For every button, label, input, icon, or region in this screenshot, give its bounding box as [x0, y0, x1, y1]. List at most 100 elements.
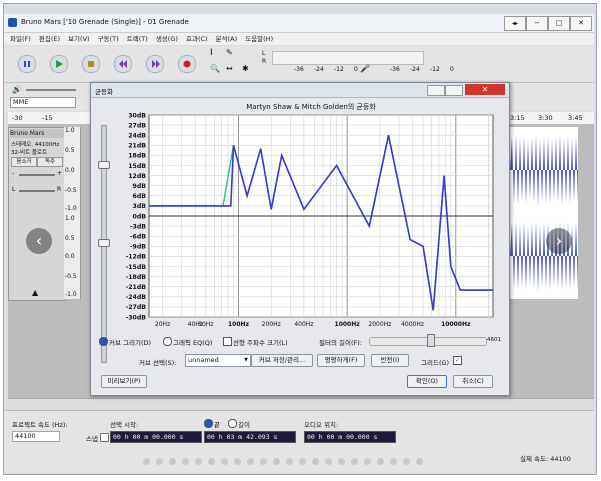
audio-host-select[interactable]: MME [10, 97, 76, 108]
maximize-button[interactable]: □ [548, 16, 570, 31]
grid-checkbox[interactable]: ✓ [453, 356, 462, 365]
minimize-button[interactable]: − [526, 16, 548, 31]
menu-edit[interactable]: 편집(E) [39, 33, 60, 45]
invert-button[interactable]: 반전(I) [371, 354, 409, 367]
menu-effect[interactable]: 효과(C) [186, 33, 208, 45]
cancel-button[interactable]: 취소(C) [453, 375, 493, 388]
carousel-dot[interactable] [364, 458, 371, 465]
restore-view-button[interactable]: ◂▸ [504, 16, 526, 31]
track-control-panel: Bruno Mars 스테레오, 44100Hz 32-비트 플로트 음소거 독… [8, 127, 66, 301]
timeshift-tool-icon[interactable]: ↔ [226, 64, 233, 73]
menu-help[interactable]: 도움말(H) [245, 33, 273, 45]
track-name-button[interactable]: Bruno Mars [10, 129, 64, 138]
menu-tracks[interactable]: 트랙(T) [127, 33, 148, 45]
carousel-dot[interactable] [143, 458, 150, 465]
flatten-button[interactable]: 평평하게(F) [317, 354, 365, 367]
x-tick-label: 20Hz [155, 321, 170, 328]
carousel-dot[interactable] [247, 458, 254, 465]
project-rate-select[interactable]: 44100 [12, 431, 60, 442]
pause-icon[interactable] [18, 55, 36, 73]
selection-tool-icon[interactable]: I [210, 48, 213, 58]
carousel-dot[interactable] [273, 458, 280, 465]
carousel-dot[interactable] [351, 458, 358, 465]
dialog-maximize-button[interactable] [445, 85, 463, 96]
skip-end-icon[interactable] [146, 55, 164, 73]
x-tick-label: 400Hz [294, 321, 313, 328]
play-icon[interactable] [50, 55, 68, 73]
y-axis-labels: 30dB 27dB 24dB 21dB 18dB 15dB 12dB 9dB 6dB 3dB 0dB… [126, 112, 147, 321]
carousel-dot[interactable] [286, 458, 293, 465]
scale-tick: -1.0 [65, 291, 77, 298]
carousel-dot[interactable] [312, 458, 319, 465]
ok-button[interactable]: 확인(O) [407, 375, 447, 388]
min-db-slider[interactable] [98, 239, 110, 247]
carousel-dot[interactable] [260, 458, 267, 465]
carousel-dot[interactable] [338, 458, 345, 465]
dialog-close-button[interactable]: ✕ [465, 84, 505, 95]
carousel-dot[interactable] [403, 458, 410, 465]
pan-slider[interactable] [19, 190, 55, 192]
graphic-eq-radio[interactable] [163, 337, 172, 346]
gain-slider[interactable] [19, 174, 55, 176]
carousel-dot[interactable] [208, 458, 215, 465]
meter-tick: -36 [390, 66, 400, 73]
x-tick-label: 200Hz [262, 321, 281, 328]
record-icon[interactable] [178, 55, 196, 73]
carousel-dot[interactable] [390, 458, 397, 465]
zoom-tool-icon[interactable]: 🔍 [210, 64, 220, 73]
selection-end-time[interactable]: 00 h 03 m 42.093 s [204, 431, 296, 443]
carousel-dot[interactable] [169, 458, 176, 465]
curve-select-dropdown[interactable]: unnamed ▼ [185, 354, 251, 367]
carousel-next-button[interactable]: › [546, 228, 572, 254]
menu-file[interactable]: 파일(F) [10, 33, 31, 45]
close-button[interactable]: ✕ [570, 16, 592, 31]
scale-tick: 0.5 [65, 147, 75, 154]
envelope-tool-icon[interactable]: ✎ [226, 48, 233, 57]
eq-chart[interactable]: Martyn Shaw & Mitch Golden의 균등화 30dB 27dB… [115, 99, 501, 331]
dialog-minimize-button[interactable] [427, 85, 445, 96]
skip-start-icon[interactable] [114, 55, 132, 73]
menu-analyze[interactable]: 분석(A) [216, 33, 237, 45]
snap-checkbox[interactable] [100, 433, 109, 442]
y-tick-label: -12dB [126, 254, 147, 261]
carousel-dot[interactable] [234, 458, 241, 465]
carousel-dot[interactable] [156, 458, 163, 465]
linear-scale-checkbox[interactable] [223, 337, 232, 346]
preview-button[interactable]: 미리보기(P) [101, 375, 147, 388]
end-radio-label: 끝 [214, 421, 220, 429]
scale-tick: -0.5 [65, 273, 77, 280]
snap-label: 스냅 [86, 435, 98, 443]
multi-tool-icon[interactable]: ✱ [242, 64, 249, 73]
playback-meter[interactable] [272, 51, 424, 65]
save-manage-curves-button[interactable]: 커브 저장/관리... [251, 354, 313, 367]
horizontal-scrollbar[interactable] [8, 398, 594, 406]
solo-button[interactable]: 독주 [37, 157, 63, 167]
collapse-icon[interactable]: ▲ [32, 288, 38, 297]
mute-button[interactable]: 음소거 [11, 157, 37, 167]
carousel-dot[interactable] [325, 458, 332, 465]
carousel-dot[interactable] [416, 458, 423, 465]
menu-generate[interactable]: 생성(G) [156, 33, 178, 45]
carousel-dot[interactable] [299, 458, 306, 465]
menu-view[interactable]: 보기(V) [68, 33, 89, 45]
y-tick-label: -24dB [126, 294, 147, 301]
scale-tick: 0.0 [65, 167, 75, 174]
audio-position-time[interactable]: 00 h 00 m 00.000 s [304, 431, 396, 443]
end-radio[interactable] [204, 419, 213, 428]
carousel-prev-button[interactable]: ‹ [26, 228, 52, 254]
carousel-dot[interactable] [195, 458, 202, 465]
carousel-dot[interactable] [377, 458, 384, 465]
dialog-title-bar: 균등화 ✕ [91, 83, 509, 98]
selection-start-time[interactable]: 00 h 00 m 00.000 s [110, 431, 202, 443]
stop-icon[interactable] [82, 55, 100, 73]
max-db-slider[interactable] [98, 161, 110, 169]
carousel-dot[interactable] [221, 458, 228, 465]
length-radio[interactable] [228, 419, 237, 428]
volume-slider[interactable] [26, 89, 76, 91]
draw-curve-radio[interactable] [99, 337, 108, 346]
filter-length-thumb[interactable] [427, 334, 435, 347]
track-bitdepth-info: 32-비트 플로트 [11, 150, 48, 156]
waveform[interactable] [510, 127, 578, 299]
menu-transport[interactable]: 구동(T) [98, 33, 119, 45]
carousel-dot[interactable] [182, 458, 189, 465]
